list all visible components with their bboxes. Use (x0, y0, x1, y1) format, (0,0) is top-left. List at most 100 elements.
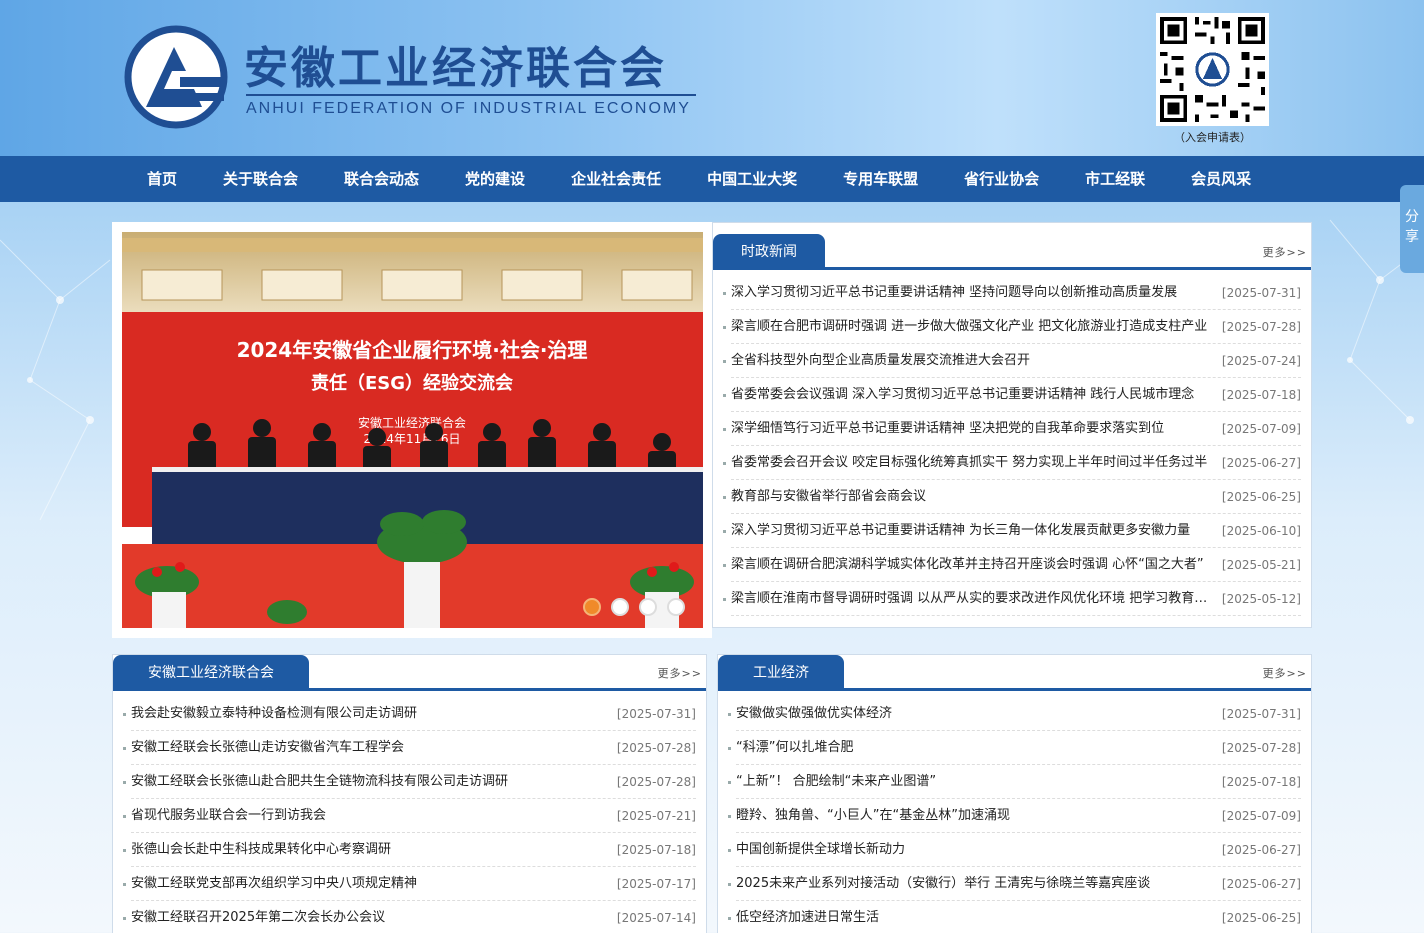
tab-industry-economy[interactable]: 工业经济 (718, 655, 844, 691)
carousel-dot[interactable] (611, 598, 629, 616)
news-date: [2025-06-10] (1221, 524, 1301, 538)
news-item[interactable]: 张德山会长赴中生科技成果转化中心考察调研 [2025-07-18] (123, 833, 696, 867)
site-title: 安徽工业经济联合会 (244, 43, 667, 94)
tab-politics-news[interactable]: 时政新闻 (713, 234, 825, 270)
site-header: 安徽工业经济联合会 ANHUI FEDERATION OF INDUSTRIAL… (0, 0, 1424, 156)
carousel-dot[interactable] (583, 598, 601, 616)
carousel-indicators (583, 598, 685, 616)
news-item[interactable]: 瞪羚、独角兽、“小巨人”在“基金丛林”加速涌现 [2025-07-09] (728, 799, 1301, 833)
news-item[interactable]: 2025未来产业系列对接活动（安徽行）举行 王清宪与徐晓兰等嘉宾座谈 [2025-… (728, 867, 1301, 901)
news-item[interactable]: 省现代服务业联合会一行到访我会 [2025-07-21] (123, 799, 696, 833)
news-date: [2025-07-09] (1221, 809, 1301, 823)
news-title-link[interactable]: 低空经济加速进日常生活 (736, 901, 1222, 933)
news-title-link[interactable]: “上新”！ 合肥绘制“未来产业图谱” (736, 765, 1222, 798)
nav-item[interactable]: 省行业协会 (941, 156, 1062, 202)
news-date: [2025-07-09] (1221, 422, 1301, 436)
news-item[interactable]: 我会赴安徽毅立泰特种设备检测有限公司走访调研 [2025-07-31] (123, 697, 696, 731)
news-item[interactable]: 梁言顺在调研合肥滨湖科学城实体化改革并主持召开座谈会时强调 心怀“国之大者” [2… (723, 548, 1301, 582)
news-item[interactable]: 安徽工经联会长张德山走访安徽省汽车工程学会 [2025-07-28] (123, 731, 696, 765)
news-title-link[interactable]: “科漂”何以扎堆合肥 (736, 731, 1222, 764)
news-date: [2025-06-27] (1221, 456, 1301, 470)
news-date: [2025-07-28] (616, 741, 696, 755)
news-item[interactable]: 安徽工经联会长张德山赴合肥共生全链物流科技有限公司走访调研 [2025-07-28… (123, 765, 696, 799)
carousel-slide[interactable]: 2024年安徽省企业履行环境·社会·治理 责任（ESG）经验交流会 安徽工业经济… (122, 232, 703, 628)
industry-economy-panel: 工业经济 更多>> 安徽做实做强做优实体经济 [2025-07-31] “科漂”何以… (717, 654, 1312, 933)
news-title-link[interactable]: 安徽工经联党支部再次组织学习中央八项规定精神 (131, 867, 617, 900)
politics-news-panel: 时政新闻 更多>> 深入学习贯彻习近平总书记重要讲话精神 坚持问题导向以创新推动… (712, 222, 1312, 628)
news-item[interactable]: 梁言顺在淮南市督导调研时强调 以从严从实的要求改进作风优化环境 把学习教育成果[… (723, 582, 1301, 616)
news-item[interactable]: 中国创新提供全球增长新动力 [2025-06-27] (728, 833, 1301, 867)
nav-item[interactable]: 企业社会责任 (548, 156, 684, 202)
news-date: [2025-07-31] (616, 707, 696, 721)
tab-federation-news[interactable]: 安徽工业经济联合会 (113, 655, 309, 691)
news-item[interactable]: 深入学习贯彻习近平总书记重要讲话精神 坚持问题导向以创新推动高质量发展 [2025… (723, 276, 1301, 310)
news-item[interactable]: 全省科技型外向型企业高质量发展交流推进大会召开 [2025-07-24] (723, 344, 1301, 378)
panel-header: 安徽工业经济联合会 更多>> (113, 655, 706, 691)
news-title-link[interactable]: 瞪羚、独角兽、“小巨人”在“基金丛林”加速涌现 (736, 799, 1222, 832)
news-title-link[interactable]: 深入学习贯彻习近平总书记重要讲话精神 为长三角一体化发展贡献更多安徽力量 (731, 514, 1222, 547)
news-item[interactable]: 梁言顺在合肥市调研时强调 进一步做大做强文化产业 把文化旅游业打造成支柱产业 [2… (723, 310, 1301, 344)
nav-item[interactable]: 会员风采 (1168, 156, 1274, 202)
news-date: [2025-05-12] (1221, 592, 1301, 606)
news-item[interactable]: 深学细悟笃行习近平总书记重要讲话精神 坚决把党的自我革命要求落实到位 [2025-… (723, 412, 1301, 446)
nav-item[interactable]: 联合会动态 (321, 156, 442, 202)
news-title-link[interactable]: 省委常委会召开会议 咬定目标强化统筹真抓实干 努力实现上半年时间过半任务过半 (731, 446, 1222, 479)
federation-logo[interactable] (124, 25, 228, 129)
more-link[interactable]: 更多>> (1263, 244, 1307, 260)
nav-item[interactable]: 关于联合会 (200, 156, 321, 202)
nav-item[interactable]: 党的建设 (442, 156, 548, 202)
share-button[interactable]: 分享 (1400, 185, 1424, 273)
news-date: [2025-05-21] (1221, 558, 1301, 572)
main-navigation: 首页 关于联合会 联合会动态 党的建设 企业社会责任 中国工业大奖 专用车联盟 省行业协会 市工… (0, 156, 1424, 202)
news-title-link[interactable]: 梁言顺在淮南市督导调研时强调 以从严从实的要求改进作风优化环境 把学习教育成果 (731, 582, 1222, 615)
news-item[interactable]: 安徽工经联召开2025年第二次会长办公会议 [2025-07-14] (123, 901, 696, 933)
news-item[interactable]: 教育部与安徽省举行部省会商会议 [2025-06-25] (723, 480, 1301, 514)
nav-item[interactable]: 中国工业大奖 (684, 156, 820, 202)
more-link[interactable]: 更多>> (1263, 665, 1307, 681)
news-date: [2025-07-28] (616, 775, 696, 789)
federation-news-panel: 安徽工业经济联合会 更多>> 我会赴安徽毅立泰特种设备检测有限公司走访调研 [20… (112, 654, 707, 933)
news-date: [2025-07-31] (1221, 707, 1301, 721)
industry-news-list: 安徽做实做强做优实体经济 [2025-07-31] “科漂”何以扎堆合肥 [2025-… (718, 691, 1311, 933)
news-date: [2025-07-24] (1221, 354, 1301, 368)
news-title-link[interactable]: 我会赴安徽毅立泰特种设备检测有限公司走访调研 (131, 697, 617, 730)
news-title-link[interactable]: 深入学习贯彻习近平总书记重要讲话精神 坚持问题导向以创新推动高质量发展 (731, 276, 1222, 309)
news-title-link[interactable]: 中国创新提供全球增长新动力 (736, 833, 1222, 866)
news-date: [2025-07-28] (1221, 741, 1301, 755)
news-title-link[interactable]: 省现代服务业联合会一行到访我会 (131, 799, 617, 832)
news-title-link[interactable]: 张德山会长赴中生科技成果转化中心考察调研 (131, 833, 617, 866)
nav-item[interactable]: 专用车联盟 (820, 156, 941, 202)
carousel-dot[interactable] (639, 598, 657, 616)
news-item[interactable]: 深入学习贯彻习近平总书记重要讲话精神 为长三角一体化发展贡献更多安徽力量 [202… (723, 514, 1301, 548)
image-carousel[interactable]: 2024年安徽省企业履行环境·社会·治理 责任（ESG）经验交流会 安徽工业经济… (112, 222, 712, 638)
site-title-english: ANHUI FEDERATION OF INDUSTRIAL ECONOMY (246, 100, 691, 117)
news-date: [2025-07-28] (1221, 320, 1301, 334)
news-title-link[interactable]: 安徽做实做强做优实体经济 (736, 697, 1222, 730)
news-title-link[interactable]: 教育部与安徽省举行部省会商会议 (731, 480, 1222, 513)
news-title-link[interactable]: 梁言顺在调研合肥滨湖科学城实体化改革并主持召开座谈会时强调 心怀“国之大者” (731, 548, 1222, 581)
nav-item[interactable]: 首页 (124, 156, 200, 202)
news-item[interactable]: “科漂”何以扎堆合肥 [2025-07-28] (728, 731, 1301, 765)
news-title-link[interactable]: 深学细悟笃行习近平总书记重要讲话精神 坚决把党的自我革命要求落实到位 (731, 412, 1222, 445)
news-date: [2025-07-18] (1221, 775, 1301, 789)
news-title-link[interactable]: 安徽工经联会长张德山赴合肥共生全链物流科技有限公司走访调研 (131, 765, 617, 798)
conference-photo: 2024年安徽省企业履行环境·社会·治理 责任（ESG）经验交流会 安徽工业经济… (122, 232, 703, 628)
news-title-link[interactable]: 2025未来产业系列对接活动（安徽行）举行 王清宪与徐晓兰等嘉宾座谈 (736, 867, 1222, 900)
news-title-link[interactable]: 安徽工经联会长张德山走访安徽省汽车工程学会 (131, 731, 617, 764)
banner-text-line1: 2024年安徽省企业履行环境·社会·治理 (237, 338, 588, 362)
news-date: [2025-07-18] (1221, 388, 1301, 402)
news-title-link[interactable]: 省委常委会会议强调 深入学习贯彻习近平总书记重要讲话精神 践行人民城市理念 (731, 378, 1222, 411)
news-item[interactable]: 安徽做实做强做优实体经济 [2025-07-31] (728, 697, 1301, 731)
carousel-dot[interactable] (667, 598, 685, 616)
news-title-link[interactable]: 安徽工经联召开2025年第二次会长办公会议 (131, 901, 617, 933)
news-item[interactable]: 省委常委会会议强调 深入学习贯彻习近平总书记重要讲话精神 践行人民城市理念 [20… (723, 378, 1301, 412)
news-item[interactable]: 安徽工经联党支部再次组织学习中央八项规定精神 [2025-07-17] (123, 867, 696, 901)
news-item[interactable]: “上新”！ 合肥绘制“未来产业图谱” [2025-07-18] (728, 765, 1301, 799)
more-link[interactable]: 更多>> (658, 665, 702, 681)
news-item[interactable]: 省委常委会召开会议 咬定目标强化统筹真抓实干 努力实现上半年时间过半任务过半 [2… (723, 446, 1301, 480)
nav-item[interactable]: 市工经联 (1062, 156, 1168, 202)
news-title-link[interactable]: 全省科技型外向型企业高质量发展交流推进大会召开 (731, 344, 1222, 377)
news-item[interactable]: 低空经济加速进日常生活 [2025-06-25] (728, 901, 1301, 933)
title-divider (246, 94, 696, 96)
news-title-link[interactable]: 梁言顺在合肥市调研时强调 进一步做大做强文化产业 把文化旅游业打造成支柱产业 (731, 310, 1222, 343)
